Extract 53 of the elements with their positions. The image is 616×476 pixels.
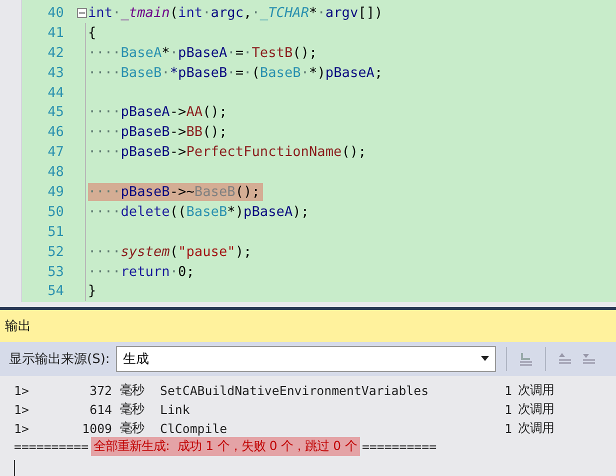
line-number: 44 <box>46 84 64 100</box>
line-number: 50 <box>46 204 64 220</box>
output-time: 372 <box>88 383 112 398</box>
output-time: 614 <box>88 402 112 418</box>
output-prefix: 1> <box>14 402 30 418</box>
line-number: 51 <box>46 224 64 240</box>
line-number: 47 <box>46 144 64 160</box>
line-number: 49 <box>46 184 64 200</box>
text-cursor <box>14 460 15 476</box>
output-calls: 次调用 <box>517 401 555 418</box>
code-line: ····system("pause"); <box>88 242 252 261</box>
line-number: 53 <box>46 264 64 280</box>
rule-text: ========== <box>362 439 437 454</box>
code-line: ····pBaseB->BB(); <box>88 123 228 142</box>
output-prefix: 1> <box>14 420 30 436</box>
code-line: ····return·0; <box>88 262 194 281</box>
line-number: 46 <box>46 124 64 140</box>
code-line: { <box>88 24 96 42</box>
line-number: 43 <box>46 64 64 81</box>
code-line: ····BaseA*·pBaseA·=·TestB(); <box>88 44 318 62</box>
line-number: 52 <box>46 244 64 260</box>
rule-text: ========== <box>14 439 89 454</box>
output-count: 1 <box>504 420 512 436</box>
code-line: ····pBaseB->PerfectFunctionName(); <box>88 143 366 162</box>
code-line: int·_tmain(int·argc,·_TCHAR*·argv[]) <box>88 4 383 22</box>
output-calls: 次调用 <box>517 420 555 437</box>
output-panel-title: 输出 <box>0 306 616 342</box>
output-unit: 毫秒 <box>119 401 146 418</box>
dropdown-caret-icon <box>480 356 489 362</box>
line-number: 54 <box>46 283 64 300</box>
line-number: 45 <box>46 104 64 120</box>
output-target: SetCABuildNativeEnvironmentVariables <box>160 383 430 398</box>
collapse-icon[interactable] <box>77 8 87 18</box>
code-line: } <box>88 282 96 300</box>
output-time: 1009 <box>81 420 112 436</box>
output-target: ClCompile <box>160 420 228 436</box>
output-unit: 毫秒 <box>119 420 146 437</box>
build-summary: 全部重新生成: 成功 1 个，失败 0 个，跳过 0 个 <box>90 437 360 456</box>
output-calls: 次调用 <box>517 382 555 400</box>
output-count: 1 <box>504 402 512 418</box>
line-number: 40 <box>46 4 64 21</box>
code-line: ····BaseB·*pBaseB·=·(BaseB·*)pBaseA; <box>88 64 383 82</box>
output-count: 1 <box>504 383 512 398</box>
code-line: ····pBaseA->AA(); <box>88 103 228 122</box>
line-number: 42 <box>46 44 64 61</box>
output-prefix: 1> <box>14 383 30 398</box>
source-dropdown[interactable]: 生成 <box>116 346 496 372</box>
source-label: 显示输出来源(S): <box>9 350 110 368</box>
line-number: 48 <box>46 164 64 180</box>
code-line: ····delete((BaseB*)pBaseA); <box>88 202 310 221</box>
output-unit: 毫秒 <box>119 382 146 400</box>
output-target: Link <box>160 402 191 418</box>
line-number: 41 <box>46 24 64 41</box>
